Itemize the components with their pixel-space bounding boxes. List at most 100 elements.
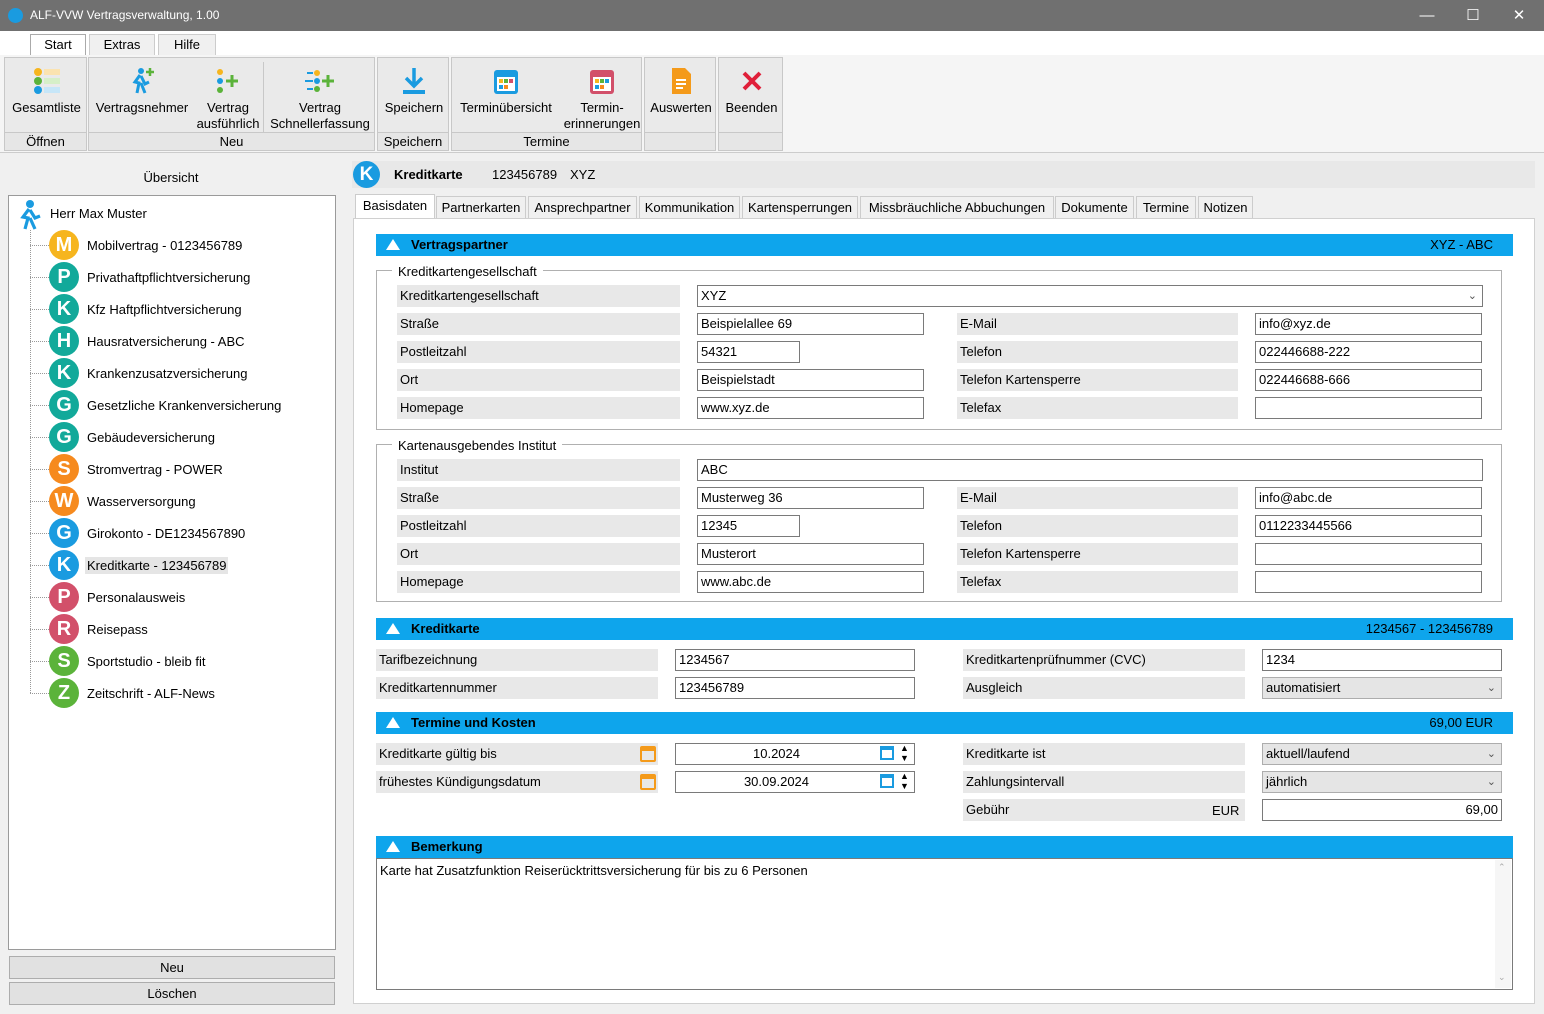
section-vertragspartner[interactable]: Vertragspartner XYZ - ABC — [376, 234, 1513, 256]
calendar-icon[interactable] — [640, 746, 656, 762]
institut-email-input[interactable]: info@abc.de — [1255, 487, 1482, 509]
label-postleitzahl: Postleitzahl — [397, 515, 680, 537]
tab-kartensperrungen[interactable]: Kartensperrungen — [742, 196, 858, 219]
speichern-button[interactable]: Speichern — [378, 62, 450, 134]
tarifbezeichnung-input[interactable]: 1234567 — [675, 649, 915, 671]
label-strasse: Straße — [397, 313, 680, 335]
ort-input[interactable]: Beispielstadt — [697, 369, 924, 391]
kuendigungsdatum-datepicker[interactable]: 30.09.2024 — [675, 771, 915, 793]
institut-strasse-input[interactable]: Musterweg 36 — [697, 487, 924, 509]
email-input[interactable]: info@xyz.de — [1255, 313, 1482, 335]
tab-ansprechpartner[interactable]: Ansprechpartner — [528, 196, 637, 219]
tab-partnerkarten[interactable]: Partnerkarten — [436, 196, 526, 219]
postleitzahl-input[interactable]: 54321 — [697, 341, 800, 363]
new-button[interactable]: Neu — [9, 956, 335, 979]
ribbon-group-termine: Terminübersicht Termin- erinnerungen Ter… — [451, 57, 642, 151]
terminuebersicht-button[interactable]: Terminübersicht — [454, 62, 558, 134]
minimize-button[interactable]: — — [1404, 0, 1450, 31]
tree-item-label: Kreditkarte - 123456789 — [85, 557, 229, 574]
spin-icon[interactable]: ▲ ▼ — [900, 771, 909, 791]
group-label-beenden — [719, 132, 782, 150]
section-kreditkarte[interactable]: Kreditkarte 1234567 - 123456789 — [376, 618, 1513, 640]
kreditkartengesellschaft-select[interactable]: XYZ ⌄ — [697, 285, 1483, 307]
tab-basisdaten[interactable]: Basisdaten — [355, 194, 435, 218]
tree-connector — [30, 597, 49, 598]
institut-telefon-input[interactable]: 0112233445566 — [1255, 515, 1482, 537]
label-postleitzahl: Postleitzahl — [397, 341, 680, 363]
group-title: Kreditkartengesellschaft — [392, 264, 543, 279]
close-button[interactable]: ✕ — [1496, 0, 1542, 31]
auswerten-button[interactable]: Auswerten — [645, 62, 717, 134]
zahlungsintervall-select[interactable]: jährlich ⌄ — [1262, 771, 1502, 793]
tab-notizen[interactable]: Notizen — [1198, 196, 1253, 219]
tree-item-label: Privathaftpflichtversicherung — [87, 270, 251, 285]
tab-missbraeuchliche-abbuchungen[interactable]: Missbräuchliche Abbuchungen — [860, 196, 1054, 219]
tab-kommunikation[interactable]: Kommunikation — [639, 196, 740, 219]
terminerinnerungen-button[interactable]: Termin- erinnerungen — [562, 62, 642, 134]
vertragsnehmer-button[interactable]: Vertragsnehmer — [91, 62, 193, 134]
institut-input[interactable]: ABC — [697, 459, 1483, 481]
menu-tab-extras[interactable]: Extras — [89, 34, 155, 55]
strasse-input[interactable]: Beispielallee 69 — [697, 313, 924, 335]
collapse-triangle-icon[interactable] — [386, 239, 400, 250]
bemerkung-textarea[interactable]: Karte hat Zusatzfunktion Reiserücktritts… — [376, 858, 1513, 990]
ribbon-group-beenden: Beenden — [718, 57, 783, 151]
gueltig-bis-datepicker[interactable]: 10.2024 — [675, 743, 915, 765]
telefon-kartensperre-input[interactable]: 022446688-666 — [1255, 369, 1482, 391]
section-bemerkung[interactable]: Bemerkung — [376, 836, 1513, 858]
collapse-triangle-icon[interactable] — [386, 841, 400, 852]
menu-tab-hilfe[interactable]: Hilfe — [158, 34, 216, 55]
scrollbar[interactable]: ⌃ ⌄ — [1495, 860, 1511, 988]
scroll-up-icon[interactable]: ⌃ — [1498, 862, 1506, 873]
exit-x-icon — [742, 71, 761, 91]
vertrag-ausfuehrlich-button[interactable]: Vertrag ausführlich — [195, 62, 261, 134]
tab-termine[interactable]: Termine — [1136, 196, 1196, 219]
status-select[interactable]: aktuell/laufend ⌄ — [1262, 743, 1502, 765]
person-add-icon — [132, 68, 154, 94]
group-label-oeffnen: Öffnen — [5, 132, 86, 150]
vertrag-schnellerfassung-button[interactable]: Vertrag Schnellerfassung — [266, 62, 374, 134]
menu-tab-start[interactable]: Start — [30, 34, 86, 56]
label-zahlungsintervall: Zahlungsintervall — [963, 771, 1245, 793]
beenden-button[interactable]: Beenden — [719, 62, 784, 134]
contract-type-icon: S — [49, 454, 79, 484]
institut-telefax-input[interactable] — [1255, 571, 1482, 593]
institut-ort-input[interactable]: Musterort — [697, 543, 924, 565]
calendar-icon[interactable] — [640, 774, 656, 790]
telefax-input[interactable] — [1255, 397, 1482, 419]
gesamtliste-button[interactable]: Gesamtliste — [5, 62, 88, 134]
institut-kartensperre-input[interactable] — [1255, 543, 1482, 565]
contract-type-icon: G — [49, 518, 79, 548]
scroll-down-icon[interactable]: ⌄ — [1498, 972, 1506, 983]
telefon-input[interactable]: 022446688-222 — [1255, 341, 1482, 363]
calendar-icon[interactable] — [880, 746, 894, 760]
collapse-triangle-icon[interactable] — [386, 623, 400, 634]
kreditkartennummer-input[interactable]: 123456789 — [675, 677, 915, 699]
tree-root-label[interactable]: Herr Max Muster — [50, 206, 147, 221]
gebuehr-input[interactable]: 69,00 — [1262, 799, 1502, 821]
calendar-icon[interactable] — [880, 774, 894, 788]
group-label-auswerten — [645, 132, 715, 150]
tree-item-label: Hausratversicherung - ABC — [87, 334, 245, 349]
label-telefax: Telefax — [957, 397, 1238, 419]
ribbon: Gesamtliste Öffnen Vertragsnehmer Vertra… — [0, 55, 1544, 153]
tree-item-label: Kfz Haftpflichtversicherung — [87, 302, 242, 317]
institut-homepage-input[interactable]: www.abc.de — [697, 571, 924, 593]
calendar-icon — [494, 70, 518, 94]
delete-button[interactable]: Löschen — [9, 982, 335, 1005]
collapse-triangle-icon[interactable] — [386, 717, 400, 728]
tab-dokumente[interactable]: Dokumente — [1055, 196, 1134, 219]
institut-postleitzahl-input[interactable]: 12345 — [697, 515, 800, 537]
spin-icon[interactable]: ▲ ▼ — [900, 743, 909, 763]
reminder-calendar-icon — [590, 70, 614, 94]
maximize-button[interactable]: ☐ — [1450, 0, 1496, 31]
homepage-input[interactable]: www.xyz.de — [697, 397, 924, 419]
cvc-input[interactable]: 1234 — [1262, 649, 1502, 671]
quick-add-icon — [305, 70, 334, 92]
tree-item-label: Stromvertrag - POWER — [87, 462, 223, 477]
contract-tree[interactable]: Herr Max Muster M Mobilvertrag - 01234567… — [8, 195, 336, 950]
ausgleich-select[interactable]: automatisiert ⌄ — [1262, 677, 1502, 699]
currency-label: EUR — [1212, 803, 1240, 818]
section-termine-kosten[interactable]: Termine und Kosten 69,00 EUR — [376, 712, 1513, 734]
label-telefon-kartensperre: Telefon Kartensperre — [957, 543, 1238, 565]
